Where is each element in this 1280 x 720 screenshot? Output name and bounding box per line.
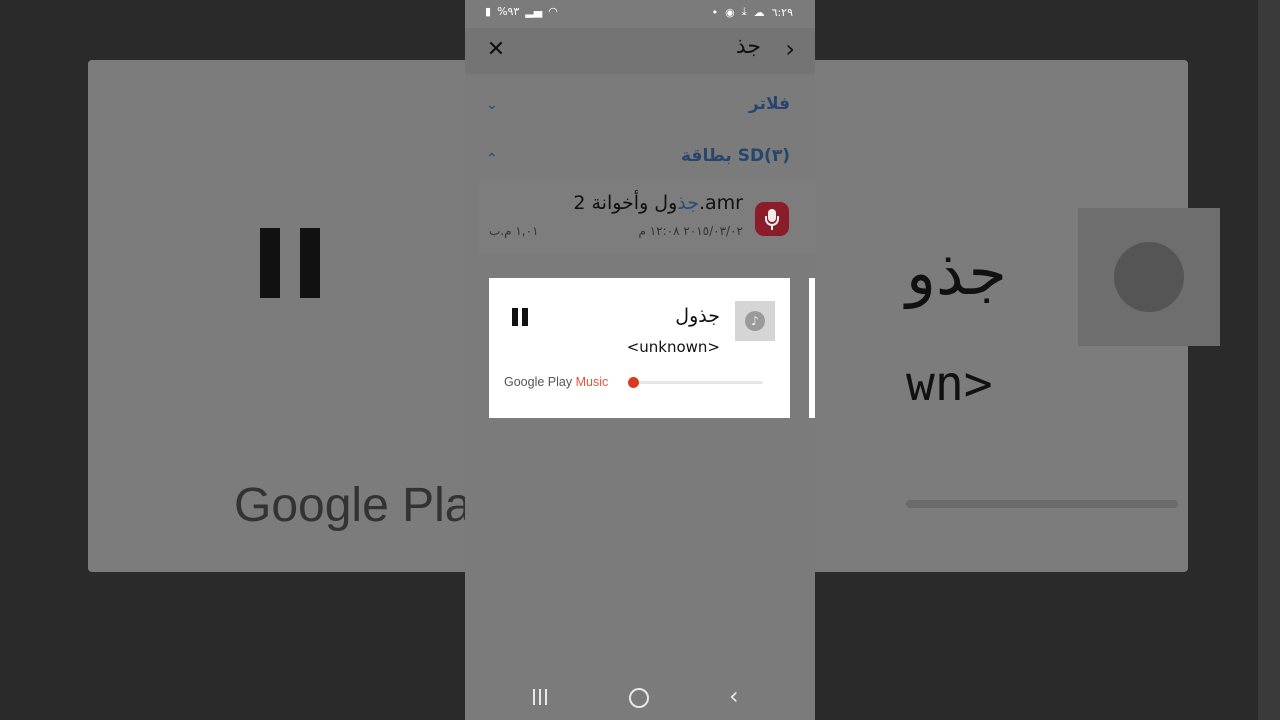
clock: ٦:٢٩ (771, 5, 793, 19)
cloud-icon: ☁ (753, 5, 765, 19)
music-note-icon: ♪ (745, 311, 765, 331)
chevron-down-icon[interactable]: ⌄ (486, 97, 498, 113)
navigation-bar: ‹ (465, 676, 815, 720)
track-title: جذول (675, 305, 720, 327)
dot-icon: • (711, 5, 719, 19)
background-album-art (1078, 208, 1220, 346)
brand-logo: Google Play Music (504, 375, 609, 389)
chevron-up-icon[interactable]: ⌃ (486, 151, 498, 167)
filters-label[interactable]: فلاتر (749, 94, 790, 114)
background-artist: wn> (906, 356, 993, 412)
battery-level: %٩٣ (497, 5, 520, 18)
home-icon[interactable] (629, 688, 649, 708)
download-icon: ⤓ (741, 5, 747, 18)
background-pause-icon (260, 228, 320, 298)
sd-card-label[interactable]: بطاقة SD(٣) (681, 146, 790, 166)
android-icon: ◉ (725, 5, 735, 19)
battery-icon: ▮ (485, 5, 492, 18)
microphone-icon (755, 202, 789, 236)
list-item[interactable]: جذول وأخوانة 2 .amr ٢٠١٥/٠٣/٠٢ ١٢:٠٨ م ١,… (479, 180, 815, 254)
phone-screen: ▮ %٩٣ ▂▄ ◠ • ◉ ⤓ ☁ ٦:٢٩ ✕ جذ › فلاتر ⌄ ب… (465, 0, 815, 720)
file-name-ext: .amr (698, 192, 743, 214)
status-bar: ▮ %٩٣ ▂▄ ◠ • ◉ ⤓ ☁ ٦:٢٩ (465, 0, 815, 24)
next-card-peek (809, 278, 815, 418)
background-strip (1258, 0, 1280, 720)
file-name-highlight: جذ (677, 192, 699, 214)
search-query[interactable]: جذ (736, 34, 761, 59)
track-artist: <unknown> (626, 338, 720, 356)
seek-bar[interactable] (633, 381, 763, 384)
file-size: ١,٠١ م.ب (489, 224, 539, 238)
back-chevron-icon[interactable]: › (785, 36, 795, 62)
recent-apps-icon[interactable] (533, 689, 547, 705)
file-name-rest: ول وأخوانة 2 (573, 192, 678, 214)
pause-button[interactable] (512, 308, 530, 326)
signal-icon: ▂▄ (525, 5, 543, 18)
search-toolbar: ✕ جذ › (465, 28, 815, 74)
wifi-icon: ◠ (548, 5, 558, 18)
file-date: ٢٠١٥/٠٣/٠٢ ١٢:٠٨ م (638, 224, 743, 238)
background-seek-bar (906, 500, 1178, 508)
back-icon[interactable]: ‹ (729, 682, 739, 710)
album-art: ♪ (735, 301, 775, 341)
background-title: جذو (906, 236, 1007, 309)
file-name: جذول وأخوانة 2 .amr (573, 192, 743, 214)
mini-player-card: جذول <unknown> ♪ Google Play Music (489, 278, 790, 418)
seek-handle[interactable] (628, 377, 639, 388)
close-icon[interactable]: ✕ (485, 36, 507, 64)
